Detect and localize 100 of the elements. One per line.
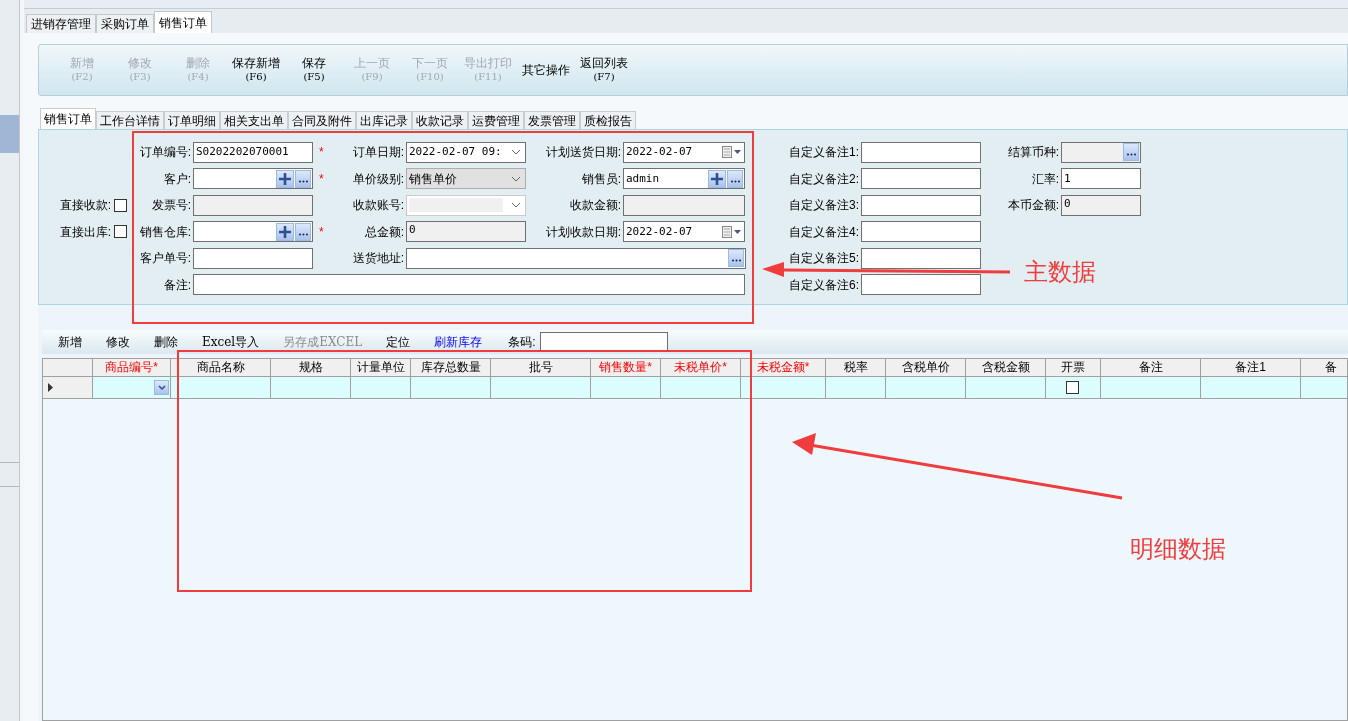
column-header: 库存总数量 <box>411 359 491 376</box>
column-header: 税率 <box>826 359 886 376</box>
column-header: 未税金额* <box>741 359 826 376</box>
text-field[interactable] <box>861 141 981 163</box>
checkbox[interactable] <box>114 225 127 239</box>
field-label: 结算币种: <box>1006 144 1059 162</box>
field-label: 计划送货日期: <box>544 144 621 162</box>
ellipsis-button[interactable] <box>728 249 744 268</box>
annotation-label: 主数据 <box>1024 257 1096 287</box>
tab[interactable]: 质检报告 <box>580 111 636 129</box>
tab[interactable]: 销售订单 <box>154 11 212 33</box>
address-field[interactable] <box>406 247 746 269</box>
field-value: 0 <box>1064 195 1072 212</box>
tab[interactable]: 收款记录 <box>412 111 468 129</box>
plus-icon <box>711 172 723 185</box>
tab[interactable]: 发票管理 <box>524 111 580 129</box>
text-field[interactable] <box>861 247 981 269</box>
date-field[interactable]: 2022-02-07 09: <box>406 141 526 163</box>
field-label: 送货地址: <box>351 250 404 268</box>
column-header: 计量单位 <box>351 359 411 376</box>
checkbox[interactable] <box>1066 381 1079 394</box>
add-button[interactable] <box>708 169 726 188</box>
date-field[interactable]: 2022-02-07 <box>623 221 745 243</box>
text-field[interactable]: S0202202070001 <box>193 141 313 163</box>
column-header: 未税单价* <box>661 359 741 376</box>
column-header: 批号 <box>491 359 591 376</box>
tab[interactable]: 运费管理 <box>468 111 524 129</box>
lookup-field[interactable]: admin <box>623 168 745 190</box>
checkbox[interactable] <box>114 198 127 212</box>
calendar-dropdown-icon <box>722 225 742 238</box>
tab[interactable]: 采购订单 <box>96 14 154 33</box>
text-field[interactable] <box>193 274 745 296</box>
ellipsis-button[interactable] <box>295 169 311 188</box>
ellipsis-icon <box>730 179 740 183</box>
toolbar-button[interactable]: 其它操作 <box>517 63 575 77</box>
required-mark: * <box>319 144 324 162</box>
dropdown-button[interactable] <box>154 380 169 395</box>
toolbar-button[interactable]: 删除 <box>144 333 188 351</box>
field-value: 销售单价 <box>409 170 458 188</box>
field-label: 发票号: <box>150 197 191 215</box>
field-label: 销售仓库: <box>138 223 191 241</box>
field-label: 自定义备注3: <box>788 197 859 215</box>
annotation-label: 明细数据 <box>1130 534 1226 564</box>
column-header: 销售数量* <box>591 359 661 376</box>
column-header: 商品名称 <box>171 359 271 376</box>
field-label: 自定义备注1: <box>788 144 859 162</box>
field-label: 直接出库: <box>59 223 111 241</box>
toolbar-button[interactable]: 新增 <box>48 333 92 351</box>
ellipsis-button[interactable] <box>295 222 311 241</box>
toolbar-button[interactable]: 返回列表 (F7) <box>575 57 633 83</box>
field-label: 订单日期: <box>351 144 404 162</box>
field-value: S0202202070001 <box>196 144 290 160</box>
date-field[interactable]: 2022-02-07 <box>623 141 745 163</box>
column-header: 含税单价 <box>886 359 966 376</box>
refresh-link[interactable]: 刷新库存 <box>424 333 493 351</box>
field-label: 自定义备注5: <box>788 250 859 268</box>
ellipsis-icon <box>731 259 741 263</box>
toolbar-button[interactable]: 保存 (F5) <box>285 57 343 83</box>
text-field[interactable] <box>861 168 981 190</box>
currency-field[interactable] <box>1061 141 1141 163</box>
toolbar-button[interactable]: 定位 <box>376 333 421 351</box>
text-field[interactable]: 1 <box>1061 168 1141 190</box>
text-field[interactable] <box>193 247 313 269</box>
toolbar-button[interactable]: Excel导入 <box>192 333 270 351</box>
text-field[interactable] <box>861 221 981 243</box>
tab[interactable]: 进销存管理 <box>26 14 96 33</box>
field-label: 自定义备注4: <box>788 223 859 241</box>
text-field[interactable] <box>861 274 981 296</box>
ellipsis-button[interactable] <box>1123 143 1139 162</box>
chevron-down-icon <box>157 385 166 390</box>
field-value: 2022-02-07 09: <box>409 144 503 160</box>
chevron-down-icon <box>511 202 521 209</box>
ellipsis-icon <box>298 179 308 183</box>
tab[interactable]: 销售订单 <box>40 108 96 129</box>
barcode-field[interactable] <box>539 332 668 352</box>
ellipsis-icon <box>298 232 308 236</box>
tab[interactable]: 出库记录 <box>356 111 412 129</box>
tab[interactable]: 工作台详情 <box>96 111 164 129</box>
toolbar-button[interactable]: 修改 <box>96 333 140 351</box>
toolbar-button[interactable]: 保存新增 (F6) <box>227 57 285 83</box>
field-label: 销售员: <box>580 170 621 188</box>
column-header: 规格 <box>271 359 351 376</box>
lookup-field[interactable] <box>193 221 313 243</box>
field-label: 收款账号: <box>351 197 404 215</box>
lookup-field[interactable] <box>193 168 313 190</box>
field-label: 自定义备注2: <box>788 170 859 188</box>
add-button[interactable] <box>276 222 294 241</box>
select-field[interactable]: 销售单价 <box>406 168 526 190</box>
add-button[interactable] <box>276 169 294 188</box>
tab[interactable]: 合同及附件 <box>288 111 356 129</box>
text-field[interactable] <box>861 194 981 216</box>
plus-icon <box>279 172 291 185</box>
field-label: 汇率: <box>1030 170 1059 188</box>
tab[interactable]: 相关支出单 <box>220 111 288 129</box>
ellipsis-button[interactable] <box>727 169 743 188</box>
field-label: 总金额: <box>363 223 404 241</box>
field-value: 0 <box>409 222 417 239</box>
plus-icon <box>279 225 291 238</box>
column-header: 备注 <box>1101 359 1201 376</box>
tab[interactable]: 订单明细 <box>164 111 220 129</box>
